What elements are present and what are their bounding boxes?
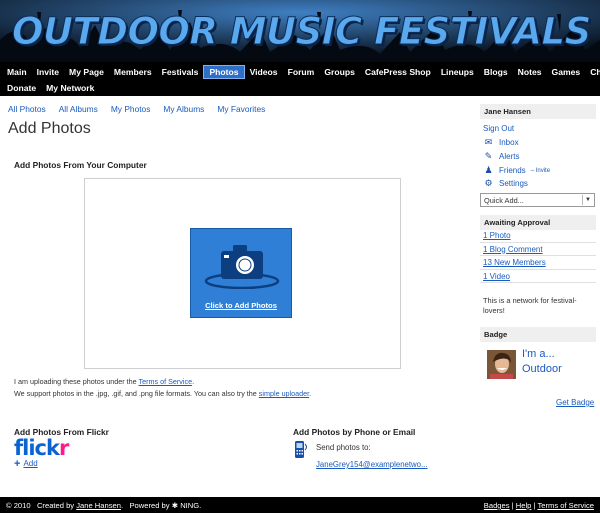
add-photos-button[interactable]: Click to Add Photos [190,228,292,318]
footer-link-help[interactable]: Help [516,501,532,510]
ning-logo[interactable]: NING. [180,501,201,510]
awaiting-link[interactable]: 1 Photo [483,231,511,240]
nav-item-invite[interactable]: Invite [32,65,64,79]
nav-item-members[interactable]: Members [109,65,157,79]
awaiting-approval-list: 1 Photo 1 Blog Comment 13 New Members 1 Vid… [480,229,596,289]
awaiting-link[interactable]: 1 Video [483,272,510,281]
ning-logo-icon: ✱ [171,501,179,510]
invite-link[interactable]: – Invite [531,168,550,174]
phone-email-heading: Add Photos by Phone or Email [293,427,416,437]
sidebar-item-settings[interactable]: ⚙ Settings [483,178,527,189]
nav-item-main[interactable]: Main [2,65,32,79]
page-title: Add Photos [8,120,91,137]
quick-add-select[interactable]: Quick Add... ▼ [480,193,595,207]
awaiting-item: 13 New Members [480,256,596,270]
nav-item-photos[interactable]: Photos [203,65,245,79]
nav-item-donate[interactable]: Donate [2,81,41,95]
terms-note: I am uploading these photos under the Te… [14,377,195,386]
footer-link-badges[interactable]: Badges [484,501,510,510]
nav-item-videos[interactable]: Videos [245,65,283,79]
nav-item-groups[interactable]: Groups [319,65,360,79]
camera-icon [204,245,280,289]
network-description-1: This is a network for festival- [483,296,577,305]
footer: © 2010 Created by Jane Hansen. Powered b… [0,497,600,513]
settings-gear-icon: ⚙ [484,178,493,188]
footer-link-terms-of-service[interactable]: Terms of Service [537,501,594,510]
awaiting-item: 1 Photo [480,229,596,243]
creator-link[interactable]: Jane Hansen [76,501,121,510]
main-nav: Main Invite My Page Members Festivals Photos V… [0,62,600,96]
send-photos-label: Send photos to: [316,443,371,452]
nav-item-notes[interactable]: Notes [513,65,547,79]
nav-row-secondary: Donate My Network [2,81,99,95]
nav-item-games[interactable]: Games [547,65,586,79]
photo-dropzone[interactable]: Click to Add Photos [84,178,401,369]
subnav-my-favorites[interactable]: My Favorites [217,104,265,114]
nav-item-my-page[interactable]: My Page [64,65,109,79]
awaiting-link[interactable]: 13 New Members [483,258,546,267]
awaiting-approval-header: Awaiting Approval [480,215,596,230]
nav-item-my-network[interactable]: My Network [41,81,99,95]
sidebar-item-alerts[interactable]: ✎ Alerts [483,151,520,162]
alerts-icon: ✎ [484,151,493,161]
flickr-logo: flickr [14,436,69,460]
awaiting-item: 1 Blog Comment [480,243,596,256]
subnav-all-albums[interactable]: All Albums [59,104,98,114]
simple-uploader-link[interactable]: simple uploader [259,389,309,398]
add-photos-label[interactable]: Click to Add Photos [191,301,291,310]
avatar-photo [487,350,516,379]
friends-icon: ♟ [484,165,493,175]
nav-row-primary: Main Invite My Page Members Festivals Photos V… [2,65,600,79]
mobile-phone-icon [295,441,307,458]
nav-item-blogs[interactable]: Blogs [479,65,513,79]
sidebar-user-header: Jane Hansen [480,104,596,119]
sidebar-item-inbox[interactable]: ✉ Inbox [483,137,519,148]
nav-item-forum[interactable]: Forum [283,65,320,79]
nav-item-cafepress-shop[interactable]: CafePress Shop [360,65,436,79]
photos-subnav: All Photos All Albums My Photos My Albums My… [8,104,265,114]
awaiting-item: 1 Video [480,270,596,283]
badge-text: I'm a... Outdoor [522,348,562,375]
plus-icon: + [14,457,21,470]
badge-header: Badge [480,327,596,342]
subnav-all-photos[interactable]: All Photos [8,104,46,114]
nav-item-lineups[interactable]: Lineups [436,65,479,79]
site-title[interactable]: OUTDOOR MUSIC FESTIVALS [12,10,592,54]
nav-item-chat[interactable]: Chat [585,65,600,79]
nav-item-festivals[interactable]: Festivals [157,65,204,79]
header-banner: OUTDOOR MUSIC FESTIVALS [0,0,600,62]
subnav-my-photos[interactable]: My Photos [111,104,151,114]
subnav-my-albums[interactable]: My Albums [163,104,204,114]
awaiting-link[interactable]: 1 Blog Comment [483,245,543,254]
sign-out-link[interactable]: Sign Out [483,124,514,133]
upload-email-link[interactable]: JaneGrey154@examplenetwo... [316,460,428,469]
dropdown-arrow-icon: ▼ [582,195,593,205]
flickr-add-button[interactable]: + Add [14,457,38,470]
footer-credits: © 2010 Created by Jane Hansen. Powered b… [6,501,202,510]
computer-upload-heading: Add Photos From Your Computer [14,160,147,170]
footer-links: Badges | Help | Terms of Service [484,501,594,510]
inbox-icon: ✉ [484,137,493,147]
user-name: Jane Hansen [480,104,596,119]
terms-of-service-link[interactable]: Terms of Service [139,377,193,386]
badge-avatar [487,350,516,379]
sidebar-item-friends[interactable]: ♟ Friends – Invite [483,165,550,176]
network-description-2: lovers! [483,306,505,315]
get-badge-link[interactable]: Get Badge [556,398,594,407]
format-note: We support photos in the .jpg, .gif, and… [14,389,312,398]
member-badge[interactable]: I'm a... Outdoor [487,347,592,382]
